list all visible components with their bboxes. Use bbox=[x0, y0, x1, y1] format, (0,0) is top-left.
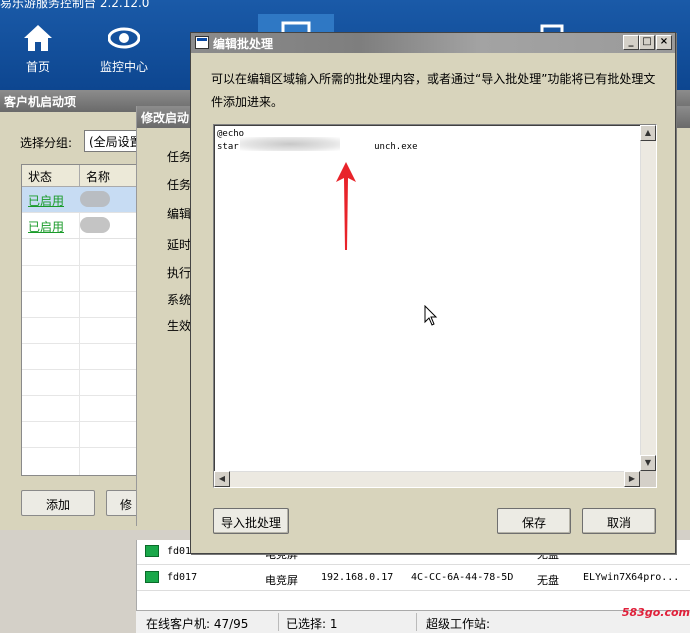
table-row[interactable]: 已启用 bbox=[22, 213, 140, 239]
import-batch-button[interactable]: 导入批处理 bbox=[213, 508, 289, 534]
column-header-name[interactable]: 名称 bbox=[80, 165, 140, 187]
field-label-edit: 编辑 bbox=[167, 207, 192, 221]
field-label-task: 任务 bbox=[167, 150, 192, 164]
minimize-icon[interactable]: _ bbox=[623, 35, 639, 50]
scroll-left-icon[interactable]: ◀ bbox=[214, 471, 230, 487]
dialog-description: 可以在编辑区域输入所需的批处理内容，或者通过“导入批处理”功能将已有批处理文件添… bbox=[211, 72, 656, 109]
blurred-name bbox=[80, 217, 110, 233]
field-label-delay: 延时 bbox=[167, 238, 192, 252]
blur-patch bbox=[240, 137, 340, 151]
computer-icon bbox=[145, 571, 159, 583]
watermark-text: 网吧三国 bbox=[646, 590, 690, 603]
column-header-status[interactable]: 状态 bbox=[22, 165, 80, 187]
status-link[interactable]: 已启用 bbox=[28, 192, 64, 209]
client-type: 电竞屏 bbox=[265, 574, 298, 587]
save-button[interactable]: 保存 bbox=[497, 508, 571, 534]
client-name: fd01 bbox=[167, 546, 192, 557]
status-separator bbox=[416, 613, 417, 631]
dialog-titlebar[interactable]: 编辑批处理 _ □ × bbox=[191, 33, 675, 53]
mouse-cursor-icon bbox=[424, 305, 438, 326]
horizontal-scrollbar[interactable]: ◀ ▶ bbox=[214, 471, 640, 487]
group-select[interactable]: (全局设置 bbox=[84, 130, 144, 152]
nav-home-label: 首页 bbox=[25, 60, 50, 74]
client-ip: 192.168.0.17 bbox=[321, 572, 394, 583]
status-separator bbox=[278, 613, 279, 631]
window-icon bbox=[195, 36, 209, 49]
computer-icon bbox=[145, 545, 159, 557]
field-label-system: 系统 bbox=[167, 293, 192, 307]
batch-edit-dialog: 编辑批处理 _ □ × 可以在编辑区域输入所需的批处理内容，或者通过“导入批处理… bbox=[190, 32, 676, 554]
watermark-site: 583go.com bbox=[621, 606, 690, 619]
nav-home[interactable]: 首页 bbox=[0, 22, 76, 82]
red-arrow-annotation bbox=[336, 162, 356, 250]
eye-icon bbox=[108, 27, 140, 49]
scroll-down-icon[interactable]: ▼ bbox=[640, 455, 656, 471]
home-icon bbox=[24, 25, 52, 51]
close-icon[interactable]: × bbox=[656, 35, 672, 50]
maximize-icon[interactable]: □ bbox=[639, 35, 655, 50]
nav-monitor-label: 监控中心 bbox=[99, 60, 148, 74]
vertical-scrollbar[interactable]: ▲ ▼ bbox=[640, 125, 656, 471]
watermark: 网吧三国 583go.com bbox=[590, 588, 690, 628]
selected-count: 已选择: 1 bbox=[286, 617, 338, 631]
scroll-corner bbox=[640, 471, 656, 487]
client-mac: 4C-CC-6A-44-78-5D bbox=[411, 572, 514, 583]
cancel-button[interactable]: 取消 bbox=[582, 508, 656, 534]
table-row[interactable]: 已启用 bbox=[22, 187, 140, 213]
startup-items-table: 状态 名称 已启用 已启用 bbox=[21, 164, 141, 476]
add-button[interactable]: 添加 bbox=[21, 490, 95, 516]
blurred-name bbox=[80, 191, 110, 207]
app-title: 易乐游服务控制台 2.2.12.0 bbox=[0, 0, 150, 10]
client-name: fd017 bbox=[167, 572, 198, 583]
status-link[interactable]: 已启用 bbox=[28, 218, 64, 235]
field-label-execute: 执行 bbox=[167, 266, 192, 280]
client-disk: 无盘 bbox=[537, 574, 559, 587]
group-label: 选择分组: bbox=[20, 136, 73, 150]
field-label-task-2: 任务 bbox=[167, 178, 192, 192]
client-os: ELYwin7X64pro... bbox=[583, 572, 680, 583]
scroll-right-icon[interactable]: ▶ bbox=[624, 471, 640, 487]
super-workstation: 超级工作站: bbox=[426, 617, 491, 631]
nav-monitor-center[interactable]: 监控中心 bbox=[86, 22, 162, 82]
online-count: 在线客户机: 47/95 bbox=[146, 617, 249, 631]
dialog-title: 编辑批处理 bbox=[213, 37, 274, 51]
field-label-effective: 生效 bbox=[167, 319, 192, 333]
scroll-up-icon[interactable]: ▲ bbox=[640, 125, 656, 141]
